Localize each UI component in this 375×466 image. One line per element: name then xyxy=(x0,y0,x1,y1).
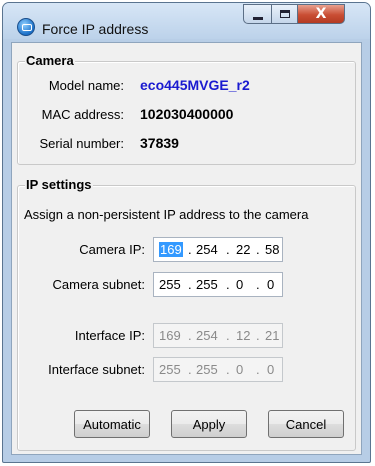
interface-ip-input: 169 . 254 . 12 . 21 xyxy=(153,323,283,348)
camera-group: Camera Model name: eco445MVGE_r2 MAC add… xyxy=(17,53,356,165)
ip-settings-group-title: IP settings xyxy=(25,177,93,192)
interface-subnet-octet-2: 255 xyxy=(196,362,218,377)
close-icon: X xyxy=(315,6,327,22)
ip-dot: . xyxy=(226,277,230,292)
interface-subnet-label: Interface subnet: xyxy=(48,362,145,377)
title-bar[interactable]: Force IP address X xyxy=(3,3,370,39)
ip-dot: . xyxy=(256,277,260,292)
interface-subnet-octet-1: 255 xyxy=(159,362,181,377)
interface-ip-octet-2: 254 xyxy=(196,328,218,343)
interface-ip-octet-1: 169 xyxy=(159,328,181,343)
interface-subnet-input: 255 . 255 . 0 . 0 xyxy=(153,357,283,382)
ip-settings-description: Assign a non-persistent IP address to th… xyxy=(24,207,309,222)
camera-subnet-octet-2[interactable]: 255 xyxy=(196,277,218,292)
ip-dot: . xyxy=(226,242,230,257)
camera-ip-octet-1[interactable]: 169 xyxy=(159,242,183,257)
camera-group-title: Camera xyxy=(25,53,75,68)
automatic-button[interactable]: Automatic xyxy=(74,410,150,438)
maximize-icon xyxy=(279,10,290,18)
camera-subnet-input[interactable]: 255 . 255 . 0 . 0 xyxy=(153,272,283,297)
mac-address-label: MAC address: xyxy=(41,107,124,122)
ip-dot: . xyxy=(226,362,230,377)
model-name-value: eco445MVGE_r2 xyxy=(140,77,250,93)
minimize-icon xyxy=(252,16,263,20)
maximize-button[interactable] xyxy=(271,4,298,24)
window-title: Force IP address xyxy=(42,21,149,37)
camera-subnet-octet-4[interactable]: 0 xyxy=(267,277,274,292)
camera-ip-octet-4[interactable]: 58 xyxy=(265,242,279,257)
interface-ip-octet-3: 12 xyxy=(236,328,251,343)
model-name-label: Model name: xyxy=(48,78,124,93)
ip-settings-group: IP settings Assign a non-persistent IP a… xyxy=(17,177,356,451)
ip-dot: . xyxy=(188,362,192,377)
camera-subnet-octet-3[interactable]: 0 xyxy=(236,277,243,292)
apply-button[interactable]: Apply xyxy=(171,410,247,438)
ip-dot: . xyxy=(226,328,230,343)
camera-subnet-octet-1[interactable]: 255 xyxy=(159,277,181,292)
ip-dot: . xyxy=(256,242,260,257)
ip-dot: . xyxy=(188,277,192,292)
ip-dot: . xyxy=(256,362,260,377)
minimize-button[interactable] xyxy=(243,4,271,24)
force-ip-dialog: Force IP address X Camera Model name: ec… xyxy=(2,2,371,463)
camera-ip-octet-2[interactable]: 254 xyxy=(196,242,218,257)
interface-ip-octet-4: 21 xyxy=(265,328,280,343)
camera-ip-input[interactable]: 169 . 254 . 22 . 58 xyxy=(153,237,283,262)
camera-ip-octet-1-selected: 169 xyxy=(159,242,183,257)
camera-app-icon xyxy=(17,18,35,36)
close-button[interactable]: X xyxy=(298,4,345,24)
ip-dot: . xyxy=(188,328,192,343)
interface-ip-label: Interface IP: xyxy=(74,328,145,343)
camera-ip-octet-3[interactable]: 22 xyxy=(236,242,250,257)
interface-subnet-octet-3: 0 xyxy=(236,362,244,377)
cancel-button[interactable]: Cancel xyxy=(268,410,344,438)
ip-dot: . xyxy=(188,242,192,257)
interface-subnet-octet-4: 0 xyxy=(267,362,275,377)
serial-number-label: Serial number: xyxy=(39,136,124,151)
dialog-client-area: Camera Model name: eco445MVGE_r2 MAC add… xyxy=(11,42,362,455)
camera-ip-label: Camera IP: xyxy=(79,242,145,257)
serial-number-value: 37839 xyxy=(140,135,179,151)
mac-address-value: 102030400000 xyxy=(140,106,234,122)
ip-dot: . xyxy=(256,328,260,343)
camera-subnet-label: Camera subnet: xyxy=(52,277,146,292)
